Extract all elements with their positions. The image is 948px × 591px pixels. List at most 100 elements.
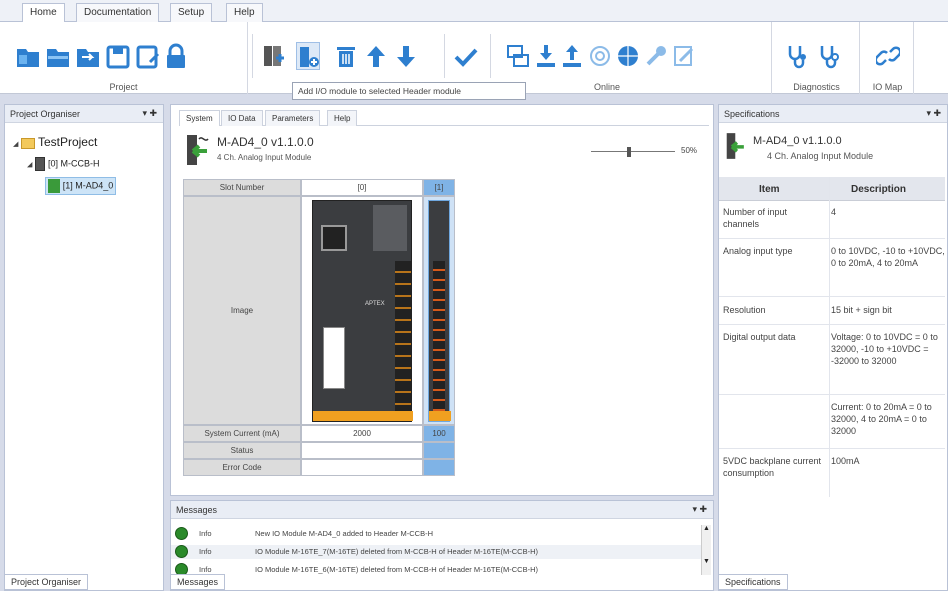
slot-1-error [423, 459, 455, 476]
slot-0-number: [0] [301, 179, 423, 196]
validate-check-icon[interactable] [454, 42, 478, 70]
pin-icon[interactable]: ▾ ✚ [692, 504, 707, 515]
zoom-slider[interactable] [591, 147, 675, 157]
tab-specifications[interactable]: Specifications [718, 574, 788, 590]
project-organiser-header: Project Organiser ▾ ✚ [5, 105, 163, 123]
spec-description: 100mA [831, 456, 860, 466]
spec-item: 5VDC backplane current consumption [723, 456, 822, 478]
new-project-icon[interactable] [16, 42, 40, 70]
edit-icon[interactable] [672, 42, 696, 70]
spec-description: Voltage: 0 to 10VDC = 0 to 32000, -10 to… [831, 332, 938, 366]
ribbon-group-io-map: IO Map [862, 22, 914, 94]
zoom-slider-thumb[interactable] [627, 147, 631, 157]
move-up-icon[interactable] [364, 42, 388, 70]
tools-icon[interactable] [644, 42, 668, 70]
spec-item: Analog input type [723, 246, 793, 256]
io-module-image[interactable] [428, 199, 451, 422]
module-icon [185, 133, 213, 167]
slot-table: Slot Number [0] [1] Image APTEX System C… [183, 179, 455, 483]
module-description: 4 Ch. Analog Input Module [217, 153, 312, 162]
list-item[interactable]: Info New IO Module M-AD4_0 added to Head… [171, 527, 701, 541]
messages-panel: Messages ▾ ✚ Info New IO Module M-AD4_0 … [170, 500, 714, 591]
info-status-icon [175, 545, 188, 558]
add-io-module-icon[interactable] [296, 42, 320, 70]
tab-documentation[interactable]: Documentation [76, 3, 160, 22]
globe-icon[interactable] [616, 42, 640, 70]
project-organiser-panel: Project Organiser ▾ ✚ ◢ TestProject ◢ [0… [4, 104, 164, 591]
download-icon[interactable] [534, 42, 558, 70]
spec-item: Digital output data [723, 332, 796, 342]
tab-messages[interactable]: Messages [170, 574, 226, 590]
tab-system[interactable]: System [179, 110, 220, 126]
io-terminal-block [433, 260, 445, 411]
list-item[interactable]: Info IO Module M-16TE_7(M-16TE) deleted … [171, 545, 701, 559]
messages-scrollbar[interactable]: ▲ ▼ [701, 525, 711, 575]
tree-node-module-selected[interactable]: [1] M-AD4_0 [45, 177, 117, 195]
message-level: Info [199, 547, 212, 556]
module-header-icon[interactable] [262, 42, 286, 70]
spec-module-description: 4 Ch. Analog Input Module [767, 151, 874, 161]
module-title: M-AD4_0 v1.1.0.0 [217, 135, 314, 149]
connect-icon[interactable] [506, 42, 530, 70]
tab-help[interactable]: Help [327, 110, 358, 126]
spec-col-description: Description [851, 184, 907, 195]
terminal-block [395, 260, 411, 411]
lock-icon[interactable] [164, 42, 188, 70]
tab-home[interactable]: Home [22, 3, 65, 23]
slot-1-current: 100 [423, 425, 455, 442]
open-project-icon[interactable] [46, 42, 70, 70]
info-status-icon [175, 527, 188, 540]
spec-description: 15 bit + sign bit [831, 305, 892, 315]
ribbon-label-io-map: IO Map [872, 82, 903, 92]
stethoscope-icon[interactable] [786, 42, 810, 70]
spec-table-header: Item Description [719, 177, 945, 201]
collapse-arrow-icon[interactable]: ◢ [27, 162, 32, 169]
scroll-up-icon[interactable]: ▲ [702, 525, 711, 532]
tab-project-organiser[interactable]: Project Organiser [4, 574, 89, 590]
tree-label-header: [0] M-CCB-H [47, 158, 100, 169]
ribbon-label-project: Project [109, 82, 138, 92]
ribbon-group-online: Online [494, 22, 772, 94]
stethoscope-alt-icon[interactable] [818, 42, 842, 70]
ethernet-port-icon [321, 224, 347, 251]
spec-description: Current: 0 to 20mA = 0 to 32000, 4 to 20… [831, 402, 932, 436]
tree-node-project[interactable]: ◢ TestProject [13, 135, 97, 149]
spec-module-title: M-AD4_0 v1.1.0.0 [753, 135, 842, 147]
list-item[interactable]: Info IO Module M-16TE_6(M-16TE) deleted … [171, 563, 701, 575]
move-down-icon[interactable] [394, 42, 418, 70]
monitor-icon[interactable] [588, 42, 612, 70]
device-brand: APTEX [365, 300, 385, 307]
tree-node-header[interactable]: ◢ [0] M-CCB-H [27, 157, 99, 171]
slot-0-error [301, 459, 423, 476]
message-text: IO Module M-16TE_6(M-16TE) deleted from … [255, 565, 538, 574]
header-module-image[interactable]: APTEX [312, 199, 413, 422]
save-icon[interactable] [106, 42, 130, 70]
tab-setup[interactable]: Setup [170, 3, 213, 22]
module-base [313, 410, 413, 421]
image-label: Image [183, 196, 301, 425]
collapse-arrow-icon[interactable]: ◢ [13, 141, 18, 148]
pin-icon[interactable]: ▾ ✚ [926, 108, 941, 119]
scroll-down-icon[interactable]: ▼ [702, 558, 711, 565]
link-icon[interactable] [874, 42, 902, 70]
slot-number-label: Slot Number [183, 179, 301, 196]
delete-module-icon[interactable] [334, 42, 358, 70]
tab-parameters[interactable]: Parameters [265, 110, 321, 126]
save-as-icon[interactable] [136, 42, 160, 70]
messages-list: Info New IO Module M-AD4_0 added to Head… [171, 525, 701, 575]
upload-icon[interactable] [560, 42, 584, 70]
pin-icon[interactable]: ▾ ✚ [142, 108, 157, 119]
import-project-icon[interactable] [76, 42, 100, 70]
spec-col-item: Item [759, 184, 780, 195]
ribbon-label-online: Online [594, 82, 621, 92]
tab-io-data[interactable]: IO Data [221, 110, 263, 126]
slot-1-status [423, 442, 455, 459]
specifications-panel: Specifications ▾ ✚ M-AD4_0 v1.1.0.0 4 Ch… [718, 104, 948, 591]
tooltip: Add I/O module to selected Header module [292, 82, 526, 100]
system-panel: System IO Data Parameters Help M-AD4_0 v… [170, 104, 714, 496]
table-row: Analog input type 0 to 10VDC, -10 to +10… [719, 239, 945, 297]
tab-help[interactable]: Help [226, 3, 263, 22]
tree-label-project: TestProject [37, 135, 98, 149]
ribbon-label-diagnostics: Diagnostics [793, 82, 840, 92]
slot-0-image-cell: APTEX [301, 196, 423, 425]
